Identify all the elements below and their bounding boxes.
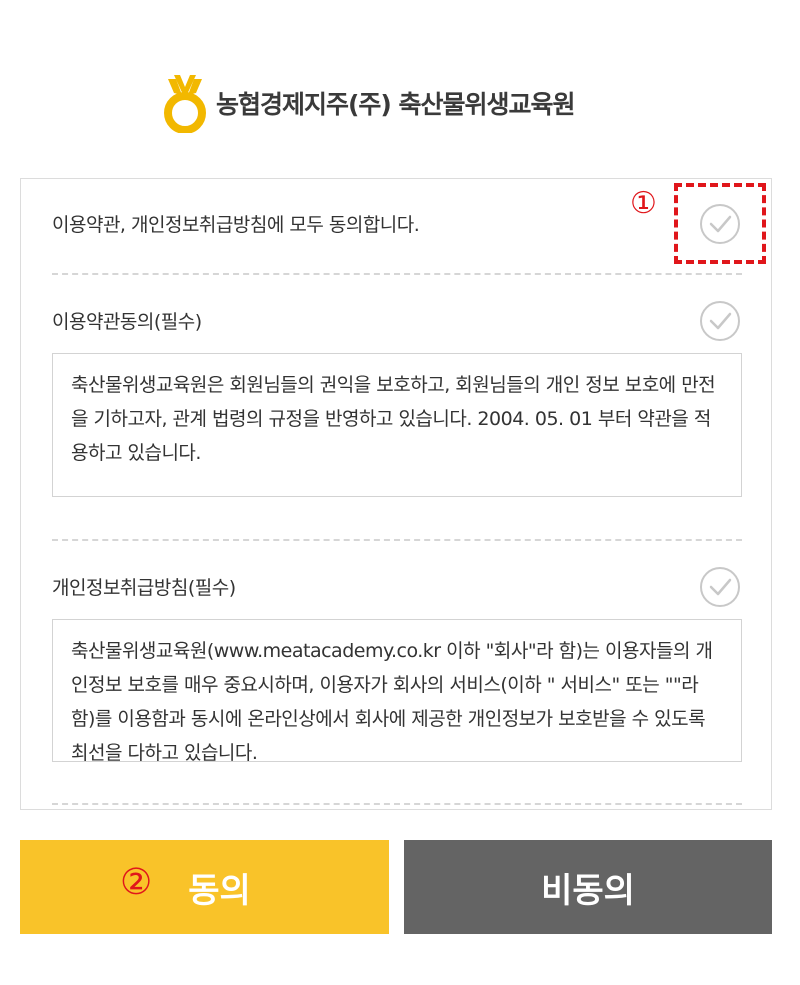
disagree-button[interactable]: 비동의 (404, 840, 772, 934)
privacy-body: 축산물위생교육원(www.meatacademy.co.kr 이하 "회사"라 … (71, 640, 713, 762)
step-2-marker: ② (120, 862, 153, 903)
disagree-button-label: 비동의 (541, 870, 635, 911)
step-1-marker: ① (630, 186, 657, 221)
privacy-title: 개인정보취급방침(필수) (52, 577, 236, 599)
divider (52, 803, 742, 805)
terms-check-icon[interactable] (699, 300, 741, 342)
agree-button[interactable]: ② 동의 (20, 840, 389, 934)
header: 농협경제지주(주) 축산물위생교육원 (0, 45, 800, 155)
privacy-textbox[interactable]: 축산물위생교육원(www.meatacademy.co.kr 이하 "회사"라 … (52, 619, 742, 762)
divider (52, 273, 742, 275)
agree-all-check-icon[interactable] (699, 203, 741, 245)
privacy-check-icon[interactable] (699, 566, 741, 608)
terms-title: 이용약관동의(필수) (52, 311, 202, 333)
brand-title: 농협경제지주(주) 축산물위생교육원 (216, 90, 576, 119)
nonghyup-logo-icon (164, 75, 206, 133)
agree-button-label: 동의 (188, 870, 251, 911)
agree-all-label: 이용약관, 개인정보취급방침에 모두 동의합니다. (52, 214, 420, 236)
divider (52, 539, 742, 541)
terms-textbox[interactable]: 축산물위생교육원은 회원님들의 권익을 보호하고, 회원님들의 개인 정보 보호… (52, 353, 742, 497)
terms-body: 축산물위생교육원은 회원님들의 권익을 보호하고, 회원님들의 개인 정보 보호… (71, 374, 716, 464)
